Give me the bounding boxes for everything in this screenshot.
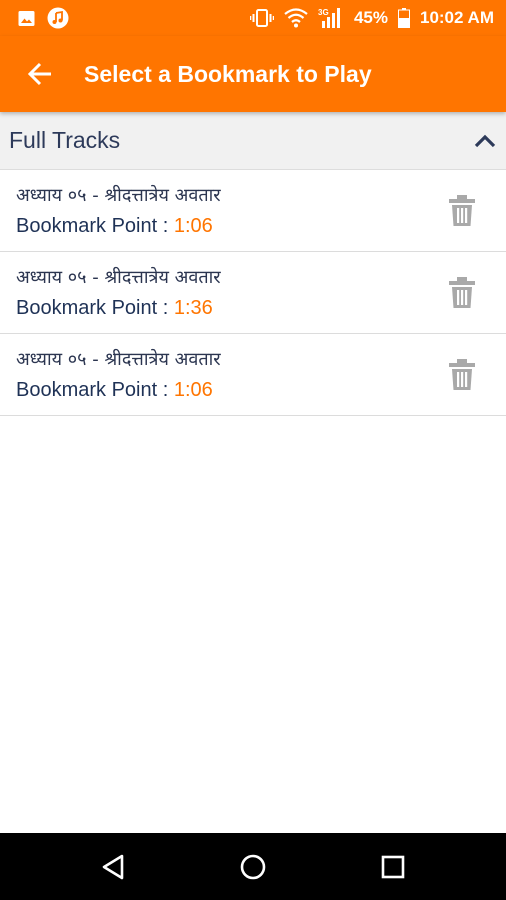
- bookmark-time: 1:06: [173, 379, 213, 401]
- status-right: 3G 45% 10:02 AM: [249, 7, 494, 29]
- bookmark-point-label: Bookmark Point :: [16, 215, 174, 237]
- bookmark-item[interactable]: अध्याय ०५ - श्रीदत्तात्रेय अवतार Bookmar…: [0, 170, 506, 252]
- bookmark-time: 1:06: [173, 215, 213, 237]
- signal-icon: 3G: [318, 7, 344, 29]
- section-title: Full Tracks: [9, 127, 121, 153]
- trash-icon: [447, 276, 477, 310]
- nav-back-button[interactable]: [95, 849, 131, 885]
- bookmark-point-label: Bookmark Point :: [16, 297, 174, 319]
- delete-bookmark-button[interactable]: [447, 358, 477, 392]
- image-icon: [18, 10, 35, 27]
- app-bar: Select a Bookmark to Play: [0, 36, 506, 112]
- bookmark-point: Bookmark Point : 1:06: [16, 215, 213, 238]
- bookmark-title: अध्याय ०५ - श्रीदत्तात्रेय अवतार: [16, 349, 221, 370]
- wifi-icon: [284, 8, 308, 28]
- bookmark-point-label: Bookmark Point :: [16, 379, 174, 401]
- system-nav-bar: [0, 833, 506, 900]
- home-circle-icon: [239, 853, 267, 881]
- svg-text:3G: 3G: [318, 8, 329, 17]
- trash-icon: [447, 194, 477, 228]
- status-time: 10:02 AM: [419, 8, 494, 27]
- vibrate-icon: [249, 8, 274, 28]
- back-button[interactable]: [24, 58, 56, 90]
- music-icon: [47, 7, 69, 29]
- chevron-up-icon[interactable]: [474, 134, 496, 148]
- bookmark-point: Bookmark Point : 1:36: [16, 297, 213, 320]
- bookmark-title: अध्याय ०५ - श्रीदत्तात्रेय अवतार: [16, 185, 221, 206]
- section-header-full-tracks[interactable]: Full Tracks: [0, 112, 506, 170]
- bookmark-title: अध्याय ०५ - श्रीदत्तात्रेय अवतार: [16, 267, 221, 288]
- status-bar: 3G 45% 10:02 AM: [0, 0, 506, 36]
- screen: 3G 45% 10:02 AM Select a Bookmark to Pla…: [0, 0, 506, 900]
- trash-icon: [447, 358, 477, 392]
- page-title: Select a Bookmark to Play: [84, 60, 372, 87]
- arrow-left-icon: [27, 62, 53, 86]
- delete-bookmark-button[interactable]: [447, 276, 477, 310]
- status-left: [18, 7, 69, 29]
- bookmark-point: Bookmark Point : 1:06: [16, 379, 213, 402]
- recents-square-icon: [380, 854, 406, 880]
- bookmark-list: अध्याय ०५ - श्रीदत्तात्रेय अवतार Bookmar…: [0, 170, 506, 416]
- bookmark-item[interactable]: अध्याय ०५ - श्रीदत्तात्रेय अवतार Bookmar…: [0, 334, 506, 416]
- bookmark-time: 1:36: [173, 297, 213, 319]
- nav-recents-button[interactable]: [375, 849, 411, 885]
- battery-percent: 45%: [353, 8, 388, 27]
- battery-icon: [397, 8, 410, 28]
- bookmark-item[interactable]: अध्याय ०५ - श्रीदत्तात्रेय अवतार Bookmar…: [0, 252, 506, 334]
- delete-bookmark-button[interactable]: [447, 194, 477, 228]
- back-triangle-icon: [100, 853, 126, 881]
- nav-home-button[interactable]: [235, 849, 271, 885]
